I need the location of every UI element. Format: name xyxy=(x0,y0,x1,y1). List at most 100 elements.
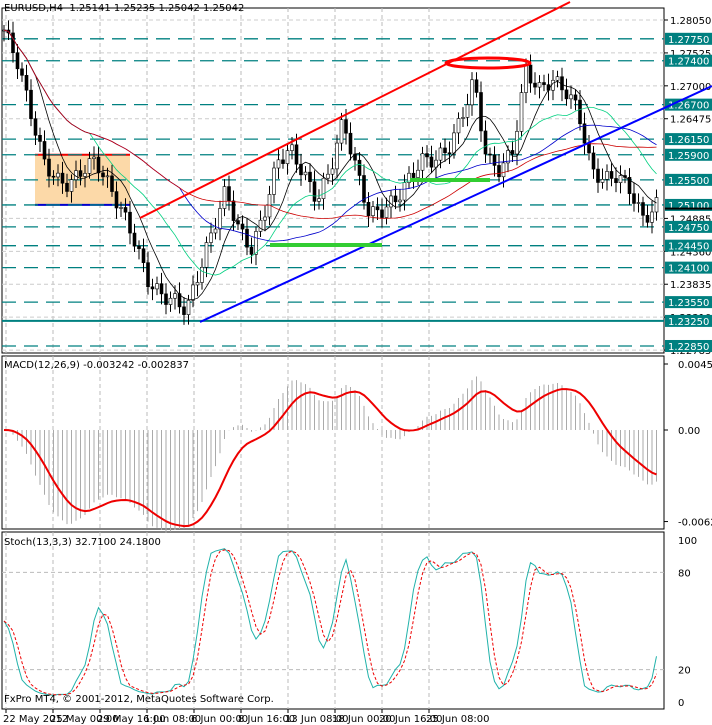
candle-body xyxy=(366,201,371,216)
candle-body xyxy=(587,142,591,154)
stoch-tick-label: 20 xyxy=(678,666,691,677)
candle-body xyxy=(137,245,141,250)
candle-body xyxy=(645,215,650,223)
candle-body xyxy=(483,130,488,155)
candle-body xyxy=(159,283,164,295)
candle-body xyxy=(564,89,569,100)
candle-body xyxy=(263,216,267,221)
candle-body xyxy=(411,172,416,178)
moving-average-40 xyxy=(3,29,657,242)
candle-body xyxy=(393,195,398,203)
candle-body xyxy=(96,156,101,174)
candle-body xyxy=(582,123,587,144)
macd-tick-label: 0.00 xyxy=(678,426,700,437)
candle-body xyxy=(492,154,497,166)
candle-body xyxy=(51,175,56,178)
stoch-label: Stoch(13,3,3) 32.7100 24.1800 xyxy=(4,537,161,548)
candle-body xyxy=(605,171,609,180)
candle-body xyxy=(389,195,393,208)
candle-body xyxy=(425,153,429,158)
candle-body xyxy=(344,119,348,134)
candle-body xyxy=(33,118,38,136)
price-tick-label: 1.23835 xyxy=(670,280,711,291)
macd-label: MACD(12,26,9) -0.003242 -0.002837 xyxy=(4,360,189,371)
candle-body xyxy=(281,159,285,164)
candle-body xyxy=(222,186,227,209)
price-tick-label: 1.27000 xyxy=(670,82,711,93)
candle-body xyxy=(488,153,492,156)
candle-body xyxy=(146,262,150,288)
ohlc-high: 1.25235 xyxy=(113,3,156,14)
candle-body xyxy=(317,198,321,202)
candle-body xyxy=(402,182,407,201)
candle-body xyxy=(11,32,15,54)
candle-body xyxy=(155,283,159,290)
candle-body xyxy=(24,75,29,91)
candle-body xyxy=(636,202,641,204)
candle-body xyxy=(69,179,74,192)
candle-body xyxy=(92,156,96,159)
candle-body xyxy=(114,191,119,209)
candle-body xyxy=(231,200,236,221)
chart-header: EURUSD,H4 1.25141 1.25235 1.25042 1.2504… xyxy=(4,3,244,14)
candle-body xyxy=(20,68,24,76)
time-label: 25 Jun 08:00 xyxy=(426,714,490,725)
macd-tick-label: -0.00627 xyxy=(678,518,712,529)
level-label: 1.26150 xyxy=(668,135,709,146)
symbol-timeframe: EURUSD,H4 xyxy=(4,3,64,14)
blue-trend-line xyxy=(199,85,712,323)
candle-body xyxy=(524,64,528,93)
candle-body xyxy=(600,179,605,183)
candle-body xyxy=(326,173,330,179)
chart-window[interactable]: 22 May 2012 25 May 00:00 29 May 16:00 1 Jun… xyxy=(0,0,712,725)
level-label: 1.23250 xyxy=(668,317,709,328)
stoch-signal-line xyxy=(3,549,657,696)
candle-body xyxy=(182,306,186,315)
candle-body xyxy=(438,147,443,161)
candle-body xyxy=(110,175,114,192)
level-label: 1.26700 xyxy=(668,101,709,112)
ohlc-low: 1.25042 xyxy=(158,3,200,14)
candle-body xyxy=(479,92,483,132)
candle-body xyxy=(497,165,501,178)
candle-body xyxy=(168,297,173,305)
candle-body xyxy=(173,293,177,299)
candle-body xyxy=(218,208,222,230)
candle-body xyxy=(249,246,254,255)
candle-body xyxy=(56,172,60,178)
candle-body xyxy=(254,231,258,255)
candle-body xyxy=(141,248,146,263)
candle-body xyxy=(632,193,636,204)
candle-body xyxy=(227,186,231,202)
candle-body xyxy=(258,219,263,232)
candle-body xyxy=(456,118,461,134)
candle-body xyxy=(348,132,353,155)
candle-body xyxy=(164,293,168,305)
candle-body xyxy=(209,232,213,243)
price-tick-label: 1.26475 xyxy=(670,115,711,126)
candle-body xyxy=(29,89,33,119)
level-label: 1.24750 xyxy=(668,223,709,234)
candle-body xyxy=(335,142,339,170)
candle-body xyxy=(308,171,312,182)
candle-body xyxy=(303,171,308,176)
candle-body xyxy=(573,94,578,101)
red-channel-line xyxy=(139,1,571,219)
candle-body xyxy=(416,169,420,178)
level-label: 1.25900 xyxy=(668,151,709,162)
candle-body xyxy=(519,92,524,132)
candle-body xyxy=(542,82,546,85)
level-label: 1.24450 xyxy=(668,242,709,253)
candle-body xyxy=(290,144,294,151)
candle-body xyxy=(641,202,645,216)
candle-body xyxy=(285,150,290,164)
stoch-tick-label: 80 xyxy=(678,568,691,579)
candle-body xyxy=(465,104,470,118)
candle-body xyxy=(384,206,389,218)
candle-body xyxy=(240,223,245,230)
candle-body xyxy=(528,64,533,84)
level-label: 1.27750 xyxy=(668,35,709,46)
candle-body xyxy=(15,52,20,70)
candle-body xyxy=(195,282,200,286)
candle-body xyxy=(128,211,132,234)
